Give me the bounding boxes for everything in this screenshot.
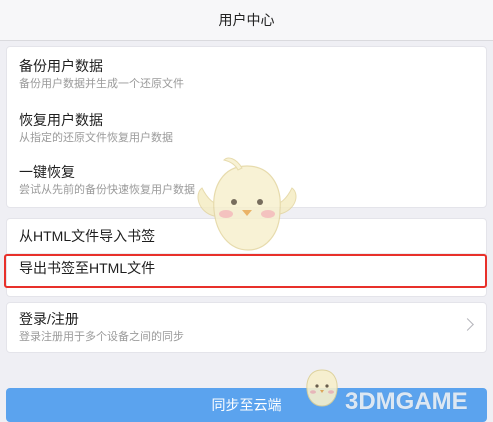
backup-user-data-item[interactable]: 备份用户数据 备份用户数据并生成一个还原文件 [19, 57, 474, 91]
export-bookmarks-label: 导出书签至HTML文件 [19, 260, 156, 276]
export-bookmarks-item[interactable]: 导出书签至HTML文件 [19, 259, 474, 277]
watermark-text: 3DMGAME [345, 388, 468, 415]
backup-description: 备份用户数据并生成一个还原文件 [19, 78, 184, 90]
small-mascot-watermark-icon [306, 369, 338, 407]
restore-description: 从指定的还原文件恢复用户数据 [19, 132, 173, 144]
backup-title: 备份用户数据 [19, 58, 103, 74]
login-register-item[interactable]: 登录/注册 登录注册用于多个设备之间的同步 [19, 310, 474, 344]
login-register-title: 登录/注册 [19, 311, 79, 327]
login-register-description: 登录注册用于多个设备之间的同步 [19, 331, 184, 343]
top-bar: 用户中心 [0, 0, 493, 41]
sync-to-cloud-label: 同步至云端 [211, 397, 282, 413]
restore-user-data-item[interactable]: 恢复用户数据 从指定的还原文件恢复用户数据 [19, 111, 474, 145]
page-title: 用户中心 [218, 12, 275, 28]
mascot-watermark-icon [197, 157, 297, 251]
account-card[interactable]: 登录/注册 登录注册用于多个设备之间的同步 [6, 302, 487, 353]
restore-title: 恢复用户数据 [19, 112, 103, 128]
